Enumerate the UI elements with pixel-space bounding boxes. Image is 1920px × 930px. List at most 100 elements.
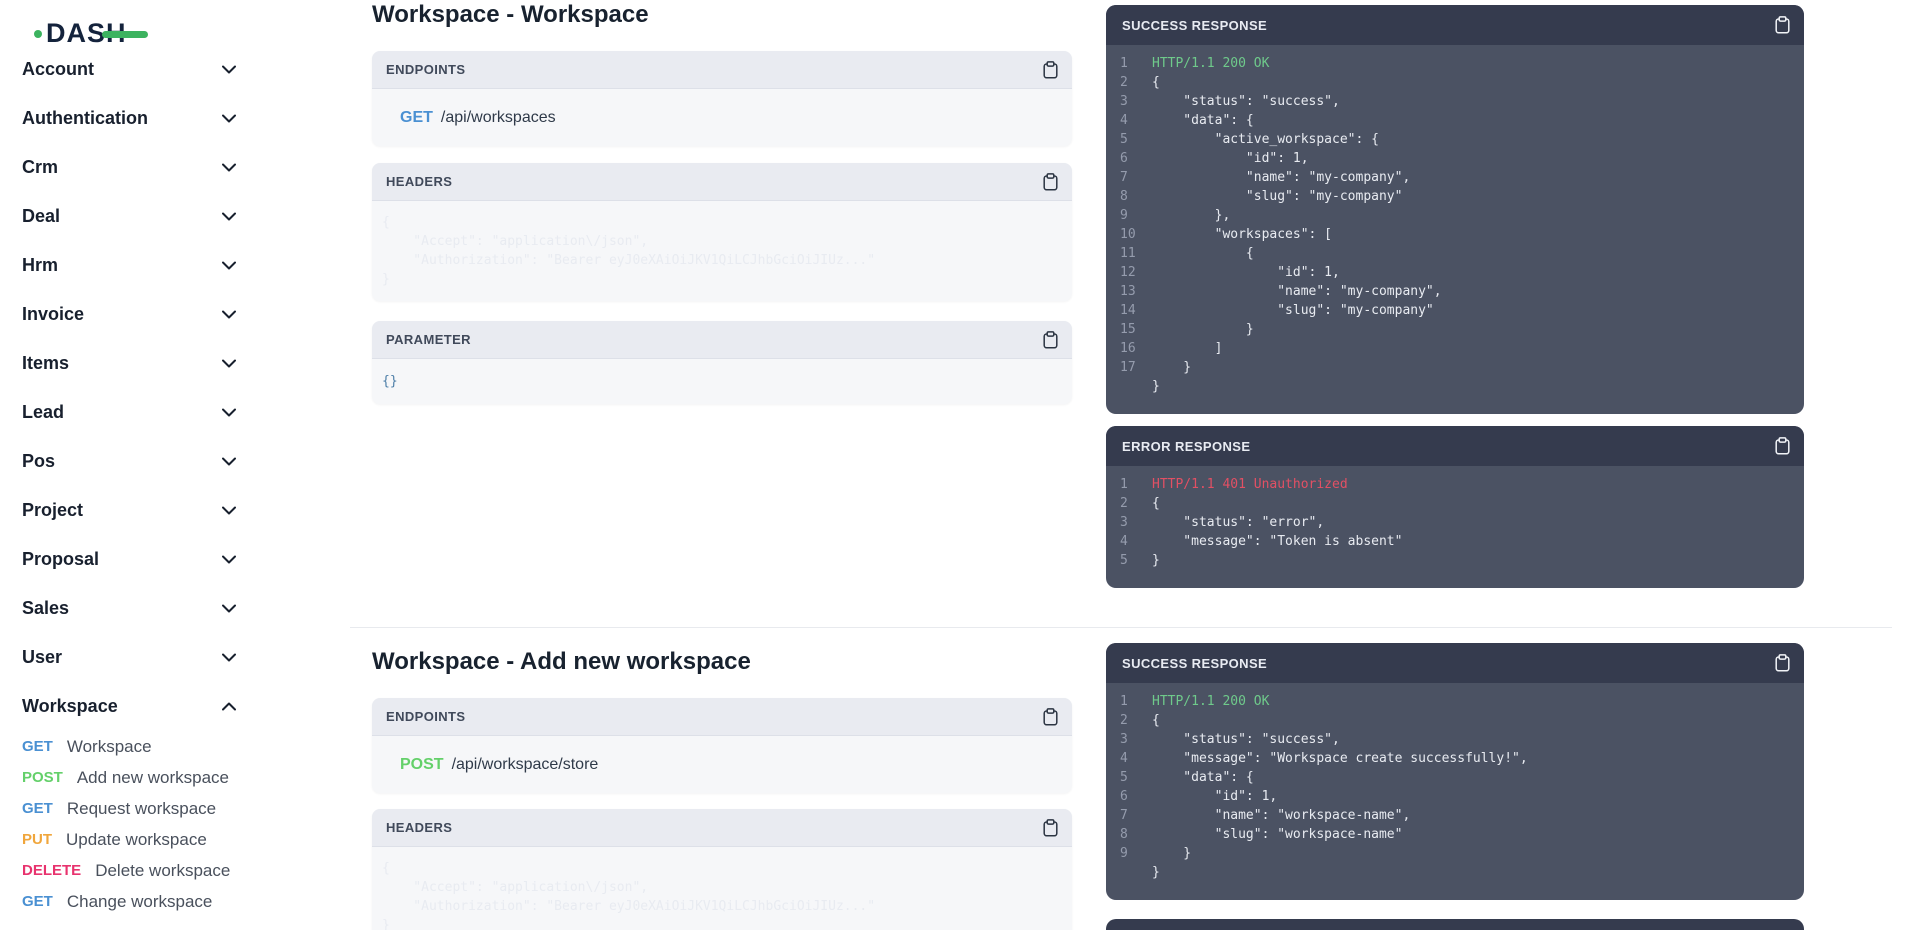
- submenu-item-label: Update workspace: [66, 830, 207, 850]
- code-text: "status": "error",: [1152, 513, 1324, 532]
- sidebar-item-label: Crm: [22, 157, 58, 178]
- copy-button[interactable]: [1775, 654, 1790, 672]
- chevron-down-icon: [222, 604, 236, 613]
- sidebar-item-label: Workspace: [22, 696, 118, 717]
- code-text: ]: [1152, 339, 1222, 358]
- line-number: 7: [1120, 806, 1152, 825]
- copy-button[interactable]: [1775, 437, 1790, 455]
- line-number: 5: [1120, 130, 1152, 149]
- endpoint-row: POST /api/workspace/store: [372, 736, 1072, 793]
- brand-logo[interactable]: DASH: [34, 16, 174, 52]
- sidebar-item-proposal[interactable]: Proposal: [0, 535, 262, 584]
- line-number: 4: [1120, 532, 1152, 551]
- sidebar-item-label: Sales: [22, 598, 69, 619]
- submenu-item-label: Request workspace: [67, 799, 216, 819]
- code-text: "name": "my-company",: [1152, 168, 1410, 187]
- endpoints-card: ENDPOINTS POST /api/workspace/store: [372, 698, 1072, 793]
- card-title: HEADERS: [386, 820, 452, 835]
- chevron-down-icon: [222, 408, 236, 417]
- sidebar-item-hrm[interactable]: Hrm: [0, 241, 262, 290]
- headers-json: { "Accept": "application\/json", "Author…: [372, 201, 1072, 301]
- line-number: 8: [1120, 825, 1152, 844]
- code-text: "Authorization": "Bearer eyJ0eXAiOiJKV1Q…: [382, 897, 1058, 916]
- card-header: PARAMETER: [372, 321, 1072, 359]
- line-number: 14: [1120, 301, 1152, 320]
- line-number: [1120, 863, 1152, 882]
- clipboard-icon: [1775, 437, 1790, 455]
- clipboard-icon: [1043, 61, 1058, 79]
- sidebar-item-workspace[interactable]: Workspace: [0, 682, 262, 731]
- card-title: ENDPOINTS: [386, 62, 465, 77]
- sidebar-item-project[interactable]: Project: [0, 486, 262, 535]
- copy-button[interactable]: [1775, 16, 1790, 34]
- submenu-item-request-workspace[interactable]: GET Request workspace: [0, 793, 262, 824]
- code-text: "name": "my-company",: [1152, 282, 1442, 301]
- clipboard-icon: [1043, 331, 1058, 349]
- line-number: 3: [1120, 730, 1152, 749]
- sidebar-item-lead[interactable]: Lead: [0, 388, 262, 437]
- sidebar-item-label: User: [22, 647, 62, 668]
- code-text: "slug": "my-company": [1152, 301, 1434, 320]
- submenu-item-add-new-workspace[interactable]: POST Add new workspace: [0, 762, 262, 793]
- code-text: "id": 1,: [1152, 149, 1309, 168]
- code-text: }: [1152, 377, 1160, 396]
- line-number: 12: [1120, 263, 1152, 282]
- submenu-item-label: Delete workspace: [95, 861, 230, 881]
- copy-button[interactable]: [1043, 331, 1058, 349]
- submenu-item-workspace[interactable]: GET Workspace: [0, 731, 262, 762]
- sidebar-item-label: Hrm: [22, 255, 58, 276]
- code-text: }: [1152, 358, 1191, 377]
- chevron-up-icon: [222, 702, 236, 711]
- clipboard-icon: [1043, 708, 1058, 726]
- logo-dash-icon: [102, 31, 148, 38]
- copy-button[interactable]: [1043, 708, 1058, 726]
- code-text: "data": {: [1152, 111, 1254, 130]
- code-text: "message": "Workspace create successfull…: [1152, 749, 1528, 768]
- method-badge: GET: [22, 738, 53, 755]
- parameter-value: {}: [372, 359, 1072, 404]
- sidebar-item-user[interactable]: User: [0, 633, 262, 682]
- page: DASH Account Authentication Crm Deal Hrm: [0, 0, 1920, 930]
- line-number: 3: [1120, 92, 1152, 111]
- response-column: SUCCESS RESPONSE 1HTTP/1.1 200 OK 2{ 3 "…: [1106, 5, 1804, 930]
- code-text: {: [382, 213, 1058, 232]
- code-text: "Authorization": "Bearer eyJ0eXAiOiJKV1Q…: [382, 251, 1058, 270]
- code-text: "status": "success",: [1152, 92, 1340, 111]
- chevron-down-icon: [222, 163, 236, 172]
- parameter-card: PARAMETER {}: [372, 321, 1072, 404]
- code-text: HTTP/1.1 200 OK: [1152, 54, 1269, 73]
- code-text: "name": "workspace-name",: [1152, 806, 1410, 825]
- code-text: "status": "success",: [1152, 730, 1340, 749]
- copy-button[interactable]: [1043, 173, 1058, 191]
- endpoint-path: /api/workspace/store: [452, 756, 599, 774]
- sidebar-item-pos[interactable]: Pos: [0, 437, 262, 486]
- card-title: ERROR RESPONSE: [1122, 439, 1250, 454]
- line-number: 9: [1120, 844, 1152, 863]
- copy-button[interactable]: [1043, 819, 1058, 837]
- card-header: HEADERS: [372, 163, 1072, 201]
- clipboard-icon: [1775, 654, 1790, 672]
- submenu-item-delete-workspace[interactable]: DELETE Delete workspace: [0, 855, 262, 886]
- code-text: }: [382, 270, 1058, 289]
- sidebar-item-sales[interactable]: Sales: [0, 584, 262, 633]
- card-title: HEADERS: [386, 174, 452, 189]
- line-number: [1120, 377, 1152, 396]
- chevron-down-icon: [222, 114, 236, 123]
- submenu-item-change-workspace[interactable]: GET Change workspace: [0, 886, 262, 917]
- sidebar-item-crm[interactable]: Crm: [0, 143, 262, 192]
- sidebar-item-items[interactable]: Items: [0, 339, 262, 388]
- card-header: ENDPOINTS: [372, 51, 1072, 89]
- endpoint-path: /api/workspaces: [441, 109, 556, 127]
- sidebar-nav: Account Authentication Crm Deal Hrm Invo…: [0, 56, 262, 930]
- copy-button[interactable]: [1043, 61, 1058, 79]
- line-number: 17: [1120, 358, 1152, 377]
- code-text: "data": {: [1152, 768, 1254, 787]
- sidebar-item-authentication[interactable]: Authentication: [0, 94, 262, 143]
- line-number: 2: [1120, 73, 1152, 92]
- sidebar-item-deal[interactable]: Deal: [0, 192, 262, 241]
- card-header: SUCCESS RESPONSE: [1106, 5, 1804, 45]
- submenu-item-update-workspace[interactable]: PUT Update workspace: [0, 824, 262, 855]
- clipboard-icon: [1775, 16, 1790, 34]
- sidebar-item-invoice[interactable]: Invoice: [0, 290, 262, 339]
- sidebar-item-account[interactable]: Account: [0, 56, 262, 94]
